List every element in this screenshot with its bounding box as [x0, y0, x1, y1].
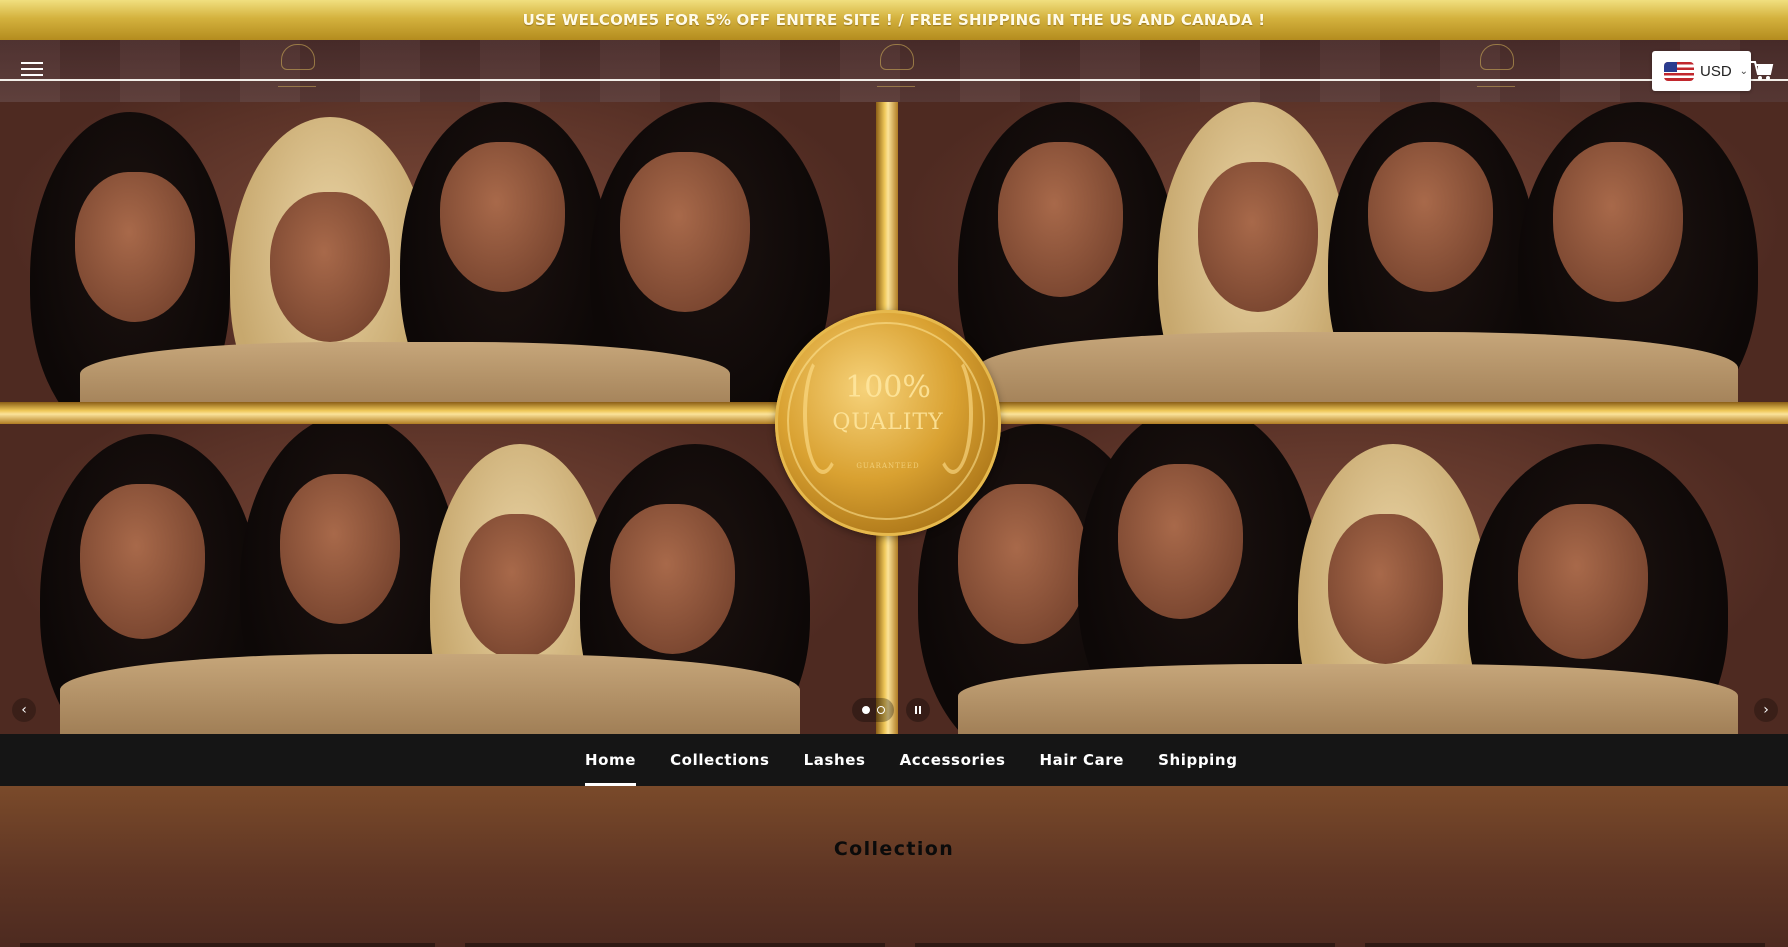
currency-code: USD	[1700, 62, 1732, 80]
pause-icon[interactable]	[906, 698, 930, 722]
collection-card[interactable]	[915, 943, 1335, 947]
badge-percent: 100%	[845, 370, 931, 405]
chevron-left-icon[interactable]: ‹	[12, 698, 36, 722]
collection-card[interactable]	[1365, 943, 1765, 947]
nav-item-hair-care[interactable]: Hair Care	[1040, 734, 1125, 786]
site-header	[0, 40, 1788, 102]
announcement-text: USE WELCOME5 FOR 5% OFF ENITRE SITE ! / …	[522, 11, 1266, 29]
chevron-down-icon: ⌄	[1739, 65, 1749, 77]
hero-photo-bottom-left	[0, 424, 876, 734]
currency-selector[interactable]: USD ⌄	[1652, 51, 1751, 91]
hero-photo-top-right	[898, 102, 1788, 402]
collection-card[interactable]	[465, 943, 885, 947]
chevron-right-icon[interactable]: ›	[1754, 698, 1778, 722]
logo-watermark	[274, 40, 320, 102]
announcement-bar: USE WELCOME5 FOR 5% OFF ENITRE SITE ! / …	[0, 0, 1788, 40]
nav-item-accessories[interactable]: Accessories	[900, 734, 1006, 786]
nav-item-collections[interactable]: Collections	[670, 734, 770, 786]
slide-dot-1[interactable]	[861, 706, 870, 714]
section-title: Collection	[833, 838, 955, 860]
hero-photo-bottom-right	[898, 424, 1788, 734]
badge-word: QUALITY	[832, 410, 944, 435]
slide-indicators	[852, 698, 894, 722]
nav-item-home[interactable]: Home	[585, 734, 637, 786]
badge-small-text: GUARANTEED	[856, 462, 920, 470]
hero-slideshow: 100% QUALITY GUARANTEED ‹ ›	[0, 102, 1788, 734]
cart-icon[interactable]	[1750, 60, 1774, 82]
hamburger-menu-icon[interactable]	[14, 52, 50, 86]
logo-watermark	[873, 40, 919, 102]
collection-section: Collection	[0, 786, 1788, 947]
slide-dot-2[interactable]	[876, 706, 885, 714]
main-navigation: Home Collections Lashes Accessories Hair…	[0, 734, 1788, 786]
quality-badge: 100% QUALITY GUARANTEED	[775, 310, 1001, 536]
logo-watermark	[1473, 40, 1519, 102]
collection-card[interactable]	[20, 943, 435, 947]
nav-item-lashes[interactable]: Lashes	[804, 734, 866, 786]
hero-photo-top-left	[0, 102, 876, 402]
us-flag-icon	[1664, 61, 1694, 81]
header-divider	[0, 79, 1788, 81]
nav-item-shipping[interactable]: Shipping	[1158, 734, 1237, 786]
